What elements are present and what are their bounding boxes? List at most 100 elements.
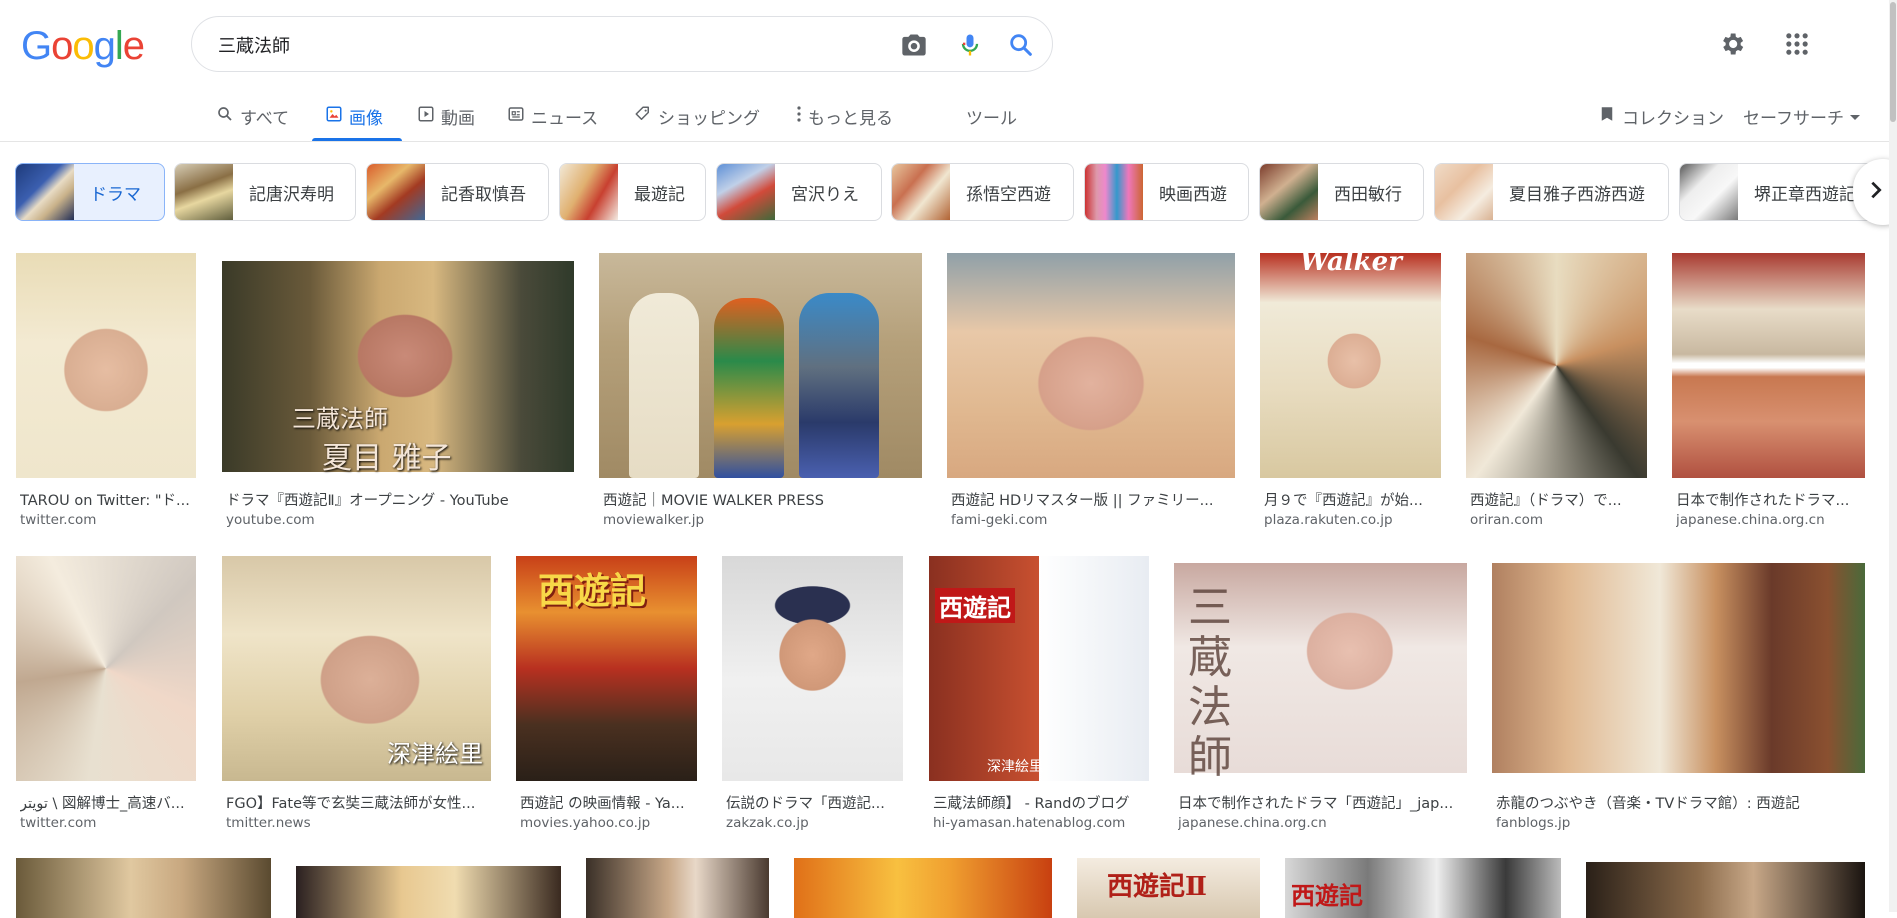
- result-title: 赤龍のつぶやき（音楽・TVドラマ館）: 西遊記: [1496, 796, 1800, 812]
- image-icon: [325, 105, 343, 128]
- result-image[interactable]: [599, 253, 922, 478]
- chip-thumbnail: [367, 164, 425, 220]
- result-image[interactable]: [947, 253, 1235, 478]
- chip-thumbnail: [175, 164, 233, 220]
- chip[interactable]: 記香取慎吾: [366, 163, 549, 221]
- overlay-caption: 西遊記: [538, 570, 647, 612]
- chip-thumbnail: [1085, 164, 1143, 220]
- result-image[interactable]: 西遊記Ⅱ: [1077, 858, 1260, 918]
- settings-gear-icon[interactable]: [1718, 30, 1746, 62]
- tab-label: ショッピング: [658, 109, 760, 129]
- result-image[interactable]: [794, 858, 1052, 918]
- chip-label: ドラマ: [90, 184, 141, 205]
- tab-news[interactable]: ニュース: [507, 104, 598, 129]
- logo-letter: e: [122, 24, 145, 68]
- chip[interactable]: 最遊記: [559, 163, 706, 221]
- result-image[interactable]: [1586, 862, 1865, 918]
- chip-label: 夏目雅子西游西遊: [1509, 184, 1645, 205]
- overlay-caption: 深津絵里: [387, 740, 483, 768]
- result-title: 西遊記｜MOVIE WALKER PRESS: [603, 493, 824, 509]
- tab-videos[interactable]: 動画: [417, 104, 475, 129]
- result-image[interactable]: [1466, 253, 1647, 478]
- figure: [799, 293, 879, 478]
- result-source: twitter.com: [20, 815, 97, 831]
- tab-all[interactable]: すべて: [216, 104, 289, 129]
- result-image[interactable]: [16, 858, 271, 918]
- result-source: fanblogs.jp: [1496, 815, 1571, 831]
- chip[interactable]: 映画西遊: [1084, 163, 1249, 221]
- tab-label: すべて: [240, 109, 290, 129]
- result-image[interactable]: [1492, 563, 1865, 773]
- google-logo[interactable]: Google: [21, 24, 145, 69]
- search-box[interactable]: 三蔵法師: [191, 16, 1053, 72]
- figure: [629, 293, 699, 478]
- result-source: oriran.com: [1470, 512, 1544, 528]
- chip-thumbnail: [16, 164, 74, 220]
- scrollbar-track[interactable]: [1889, 0, 1897, 912]
- tab-more[interactable]: もっと見る: [796, 104, 893, 129]
- result-title: TAROU on Twitter: "ド...: [20, 493, 190, 509]
- result-image[interactable]: 深津絵里: [222, 556, 491, 781]
- tab-images[interactable]: 画像: [325, 104, 383, 129]
- chip-label: 記唐沢寿明: [249, 184, 334, 205]
- safesearch-label: セーフサーチ: [1743, 109, 1844, 129]
- chip[interactable]: 西田敏行: [1259, 163, 1424, 221]
- scrollbar-thumb[interactable]: [1890, 2, 1896, 122]
- chip[interactable]: 記唐沢寿明: [174, 163, 356, 221]
- result-image[interactable]: [296, 866, 561, 918]
- chip-label: 映画西遊: [1159, 184, 1227, 205]
- result-image[interactable]: [586, 858, 769, 918]
- figure: [714, 298, 784, 478]
- result-image[interactable]: 三蔵法師 夏目 雅子: [222, 261, 574, 476]
- collections-label: コレクション: [1622, 109, 1724, 129]
- search-icon[interactable]: [1007, 31, 1035, 63]
- overlay-caption: 三 蔵 法 師: [1188, 582, 1232, 783]
- result-source: youtube.com: [226, 512, 315, 528]
- result-image[interactable]: 西遊記: [1285, 858, 1561, 918]
- result-title: 西遊記』（ドラマ）で...: [1470, 493, 1622, 509]
- chip-label: 記香取慎吾: [441, 184, 526, 205]
- safesearch-dropdown[interactable]: セーフサーチ: [1743, 104, 1860, 129]
- logo-letter: l: [114, 24, 124, 68]
- result-image[interactable]: [722, 556, 903, 781]
- result-source: movies.yahoo.co.jp: [520, 815, 651, 831]
- chip[interactable]: 堺正章西遊記: [1679, 163, 1879, 221]
- chevron-right-icon: [1865, 177, 1887, 207]
- tab-label: ツール: [966, 109, 1017, 129]
- logo-letter: G: [21, 24, 52, 68]
- chip-thumbnail: [717, 164, 775, 220]
- tab-tools[interactable]: ツール: [966, 104, 1017, 129]
- result-image[interactable]: [16, 556, 196, 781]
- chip[interactable]: 孫悟空西遊: [891, 163, 1074, 221]
- chip[interactable]: 宮沢りえ: [716, 163, 882, 221]
- more-vert-icon: [796, 105, 802, 128]
- tab-shopping[interactable]: ショッピング: [634, 104, 760, 129]
- result-image[interactable]: Walker: [1260, 247, 1441, 478]
- overlay-caption: 西遊記: [1291, 881, 1363, 910]
- result-source: moviewalker.jp: [603, 512, 705, 528]
- collections-link[interactable]: コレクション: [1598, 104, 1724, 129]
- result-image[interactable]: [16, 253, 196, 478]
- overlay-caption: 深津絵里: [987, 759, 1043, 775]
- microphone-icon[interactable]: [956, 31, 984, 63]
- caret-down-icon: [1849, 107, 1860, 127]
- search-input[interactable]: 三蔵法師: [218, 32, 290, 58]
- overlay-caption: 西遊記Ⅱ: [1107, 872, 1207, 902]
- apps-grid-icon[interactable]: [1783, 30, 1811, 62]
- result-source: japanese.china.org.cn: [1178, 815, 1327, 831]
- camera-icon[interactable]: [900, 31, 928, 63]
- result-image[interactable]: [1672, 253, 1865, 478]
- logo-letter: g: [93, 24, 116, 68]
- result-title: تويتر \ 図解博士_高速バ...: [20, 796, 185, 812]
- result-source: twitter.com: [20, 512, 97, 528]
- result-source: japanese.china.org.cn: [1676, 512, 1825, 528]
- logo-letter: o: [51, 24, 73, 68]
- chip[interactable]: 夏目雅子西游西遊: [1434, 163, 1669, 221]
- result-image[interactable]: 三 蔵 法 師: [1174, 563, 1467, 783]
- result-image[interactable]: 西遊記 深津絵里: [929, 556, 1149, 781]
- result-image[interactable]: 西遊記: [516, 556, 697, 781]
- result-title: 西遊記 の映画情報 - Ya...: [520, 796, 685, 812]
- tab-label: 画像: [349, 109, 383, 129]
- tab-label: ニュース: [531, 109, 599, 129]
- chip-drama[interactable]: ドラマ: [15, 163, 165, 221]
